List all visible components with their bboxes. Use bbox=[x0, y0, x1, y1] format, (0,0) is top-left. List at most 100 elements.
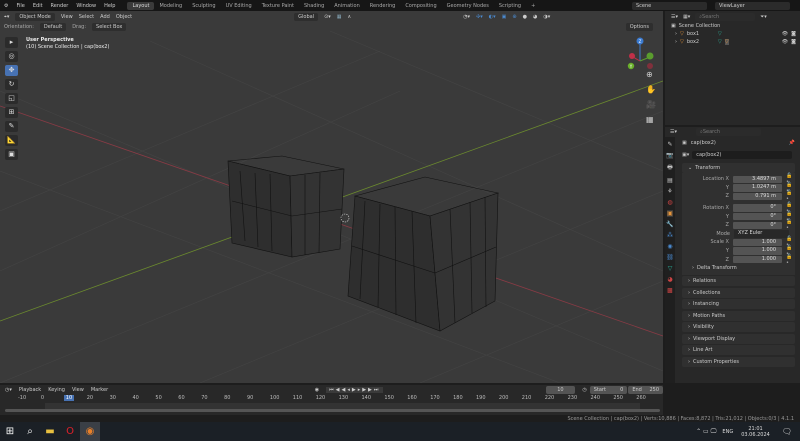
clock-icon[interactable]: ◷ bbox=[582, 387, 586, 393]
search-icon[interactable]: ⌕ bbox=[20, 422, 40, 441]
tool-tab-icon[interactable]: ✎ bbox=[667, 141, 672, 148]
annotate-tool-icon[interactable]: ✎ bbox=[5, 121, 18, 132]
display-mode-icon[interactable]: ▦▾ bbox=[683, 14, 690, 20]
menu-file[interactable]: File bbox=[12, 3, 28, 9]
eye-icon[interactable]: 👁 bbox=[782, 31, 788, 37]
rotate-tool-icon[interactable]: ↻ bbox=[5, 79, 18, 90]
rotation-y-field[interactable]: 0° bbox=[732, 212, 783, 221]
panel-collections[interactable]: › Collections bbox=[682, 287, 795, 298]
blender-logo-icon[interactable]: ⚙ bbox=[0, 3, 12, 9]
overlay-toggle-icon[interactable]: ◐▾ bbox=[489, 14, 496, 20]
camera-view-icon[interactable]: 🎥 bbox=[646, 100, 656, 109]
current-frame-field[interactable]: 10 bbox=[545, 386, 576, 394]
xray-icon[interactable]: ▣ bbox=[502, 14, 507, 20]
file-explorer-icon[interactable]: ▬ bbox=[40, 422, 60, 441]
texture-tab-icon[interactable]: ▩ bbox=[667, 287, 673, 294]
opera-icon[interactable]: O bbox=[60, 422, 80, 441]
box1-wireframe[interactable] bbox=[227, 155, 345, 258]
panel-custom-properties[interactable]: › Custom Properties bbox=[682, 356, 795, 367]
eye-icon[interactable]: 👁 bbox=[782, 39, 788, 45]
menu-add[interactable]: Add bbox=[100, 14, 110, 20]
physics-tab-icon[interactable]: ◉ bbox=[667, 243, 672, 250]
clock[interactable]: 21:01 03.06.2024 bbox=[741, 426, 770, 438]
material-tab-icon[interactable]: ◕ bbox=[667, 276, 672, 283]
3d-cursor-icon[interactable] bbox=[340, 213, 350, 223]
outliner-scene-collection[interactable]: ▣ Scene Collection bbox=[665, 22, 800, 30]
tab-uv-editing[interactable]: UV Editing bbox=[221, 2, 257, 10]
rotation-x-field[interactable]: 0° bbox=[732, 204, 783, 212]
add-cube-tool-icon[interactable]: ▣ bbox=[5, 149, 18, 160]
windows-start-icon[interactable]: ⊞ bbox=[0, 422, 20, 441]
menu-render[interactable]: Render bbox=[47, 3, 73, 9]
outliner-editor-icon[interactable]: ☰▾ bbox=[671, 14, 678, 20]
rotation-mode-dropdown[interactable]: XYZ Euler bbox=[734, 230, 789, 238]
panel-instancing[interactable]: › Instancing bbox=[682, 299, 795, 310]
render-tab-icon[interactable]: 📷 bbox=[666, 152, 673, 159]
properties-editor-icon[interactable]: ☰▾ bbox=[670, 129, 677, 135]
menu-object[interactable]: Object bbox=[116, 14, 132, 20]
tab-scripting[interactable]: Scripting bbox=[494, 2, 526, 10]
transform-orientation-dropdown[interactable]: Global bbox=[294, 12, 319, 21]
modifier-tab-icon[interactable]: 🔧 bbox=[666, 221, 673, 228]
options-dropdown[interactable]: Options bbox=[625, 23, 653, 31]
timeline-editor-icon[interactable]: ◷▾ bbox=[5, 387, 12, 393]
pin-icon[interactable]: 📌 bbox=[789, 140, 795, 146]
zoom-icon[interactable]: ⊕ bbox=[646, 70, 656, 79]
visibility-icon[interactable]: ◔▾ bbox=[463, 14, 470, 20]
location-x-field[interactable]: 3.4897 m bbox=[732, 175, 783, 184]
add-workspace-icon[interactable]: + bbox=[526, 2, 540, 10]
scale-z-field[interactable]: 1.000 bbox=[732, 255, 783, 264]
tab-geometry-nodes[interactable]: Geometry Nodes bbox=[442, 2, 494, 10]
playback-controls[interactable]: ⏮◀◀◂▶▸▶▶⏭ bbox=[326, 387, 384, 393]
menu-window[interactable]: Window bbox=[72, 3, 100, 9]
scene-selector[interactable]: Scene bbox=[632, 1, 707, 10]
playback-menu[interactable]: Playback bbox=[19, 387, 41, 393]
start-frame-field[interactable]: Start 0 bbox=[589, 386, 628, 394]
location-y-field[interactable]: 1.0247 m bbox=[732, 184, 783, 192]
view-layer-tab-icon[interactable]: ▤ bbox=[667, 177, 673, 184]
scale-tool-icon[interactable]: ◱ bbox=[5, 93, 18, 104]
rotation-z-field[interactable]: 0° bbox=[732, 221, 783, 230]
properties-search-input[interactable]: ⌕ Search bbox=[696, 128, 761, 136]
camera-render-icon[interactable]: ◙ bbox=[791, 31, 796, 37]
object-tab-icon[interactable]: ▣ bbox=[667, 210, 673, 217]
frame-ruler[interactable]: -10 0 10 20 30 40 50 60 70 80 90 100 110 120 130 140 150… bbox=[0, 395, 663, 403]
location-z-field[interactable]: 0.791 m bbox=[732, 192, 783, 201]
shading-solid-icon[interactable]: ● bbox=[523, 14, 527, 20]
end-frame-field[interactable]: End 250 bbox=[628, 386, 663, 394]
panel-viewport-display[interactable]: › Viewport Display bbox=[682, 333, 795, 344]
tab-modeling[interactable]: Modeling bbox=[154, 2, 187, 10]
menu-select[interactable]: Select bbox=[79, 14, 94, 20]
snap-icon[interactable]: ▦ bbox=[337, 14, 342, 20]
object-type-icon[interactable]: ▣▾ bbox=[682, 152, 689, 158]
outliner-item-box2[interactable]: › ▽ box2 ▽ ▽ 👁 ◙ bbox=[665, 38, 800, 46]
timeline-scrollbar[interactable] bbox=[5, 409, 660, 412]
panel-visibility[interactable]: › Visibility bbox=[682, 322, 795, 333]
lock-icon[interactable]: 🔓• bbox=[786, 190, 795, 202]
perspective-grid-icon[interactable]: ▦ bbox=[646, 115, 656, 124]
shading-wireframe-icon[interactable]: ⊕ bbox=[512, 14, 516, 20]
camera-render-icon[interactable]: ◙ bbox=[791, 39, 796, 45]
box2-wireframe[interactable] bbox=[347, 176, 500, 332]
delta-transform-subpanel[interactable]: › Delta Transform bbox=[682, 264, 795, 273]
constraints-tab-icon[interactable]: ⛓ bbox=[666, 254, 674, 261]
panel-relations[interactable]: › Relations bbox=[682, 276, 795, 287]
scale-x-field[interactable]: 1.000 bbox=[732, 238, 783, 247]
outliner-item-box1[interactable]: › ▽ box1 ▽ 👁 ◙ bbox=[665, 30, 800, 38]
tab-shading[interactable]: Shading bbox=[299, 2, 329, 10]
transform-panel-header[interactable]: ⌄ Transform bbox=[682, 163, 795, 173]
world-tab-icon[interactable]: ◍ bbox=[667, 199, 672, 206]
transform-tool-icon[interactable]: ⊞ bbox=[5, 107, 18, 118]
data-tab-icon[interactable]: ▽ bbox=[668, 265, 673, 272]
view-menu[interactable]: View bbox=[72, 387, 84, 393]
auto-keying-icon[interactable]: ◉ bbox=[315, 387, 319, 393]
playhead[interactable]: 10 bbox=[63, 395, 75, 401]
view-layer-selector[interactable]: ViewLayer bbox=[715, 1, 790, 10]
menu-view[interactable]: View bbox=[61, 14, 73, 20]
move-tool-icon[interactable]: ✥ bbox=[5, 65, 18, 76]
select-tool-icon[interactable]: ▸ bbox=[5, 37, 18, 48]
language-indicator[interactable]: ENG bbox=[722, 429, 733, 435]
navigation-gizmo[interactable]: Z Y bbox=[627, 37, 654, 70]
filter-icon[interactable]: ⏷▾ bbox=[760, 14, 767, 20]
particles-tab-icon[interactable]: ⁂ bbox=[667, 232, 673, 239]
